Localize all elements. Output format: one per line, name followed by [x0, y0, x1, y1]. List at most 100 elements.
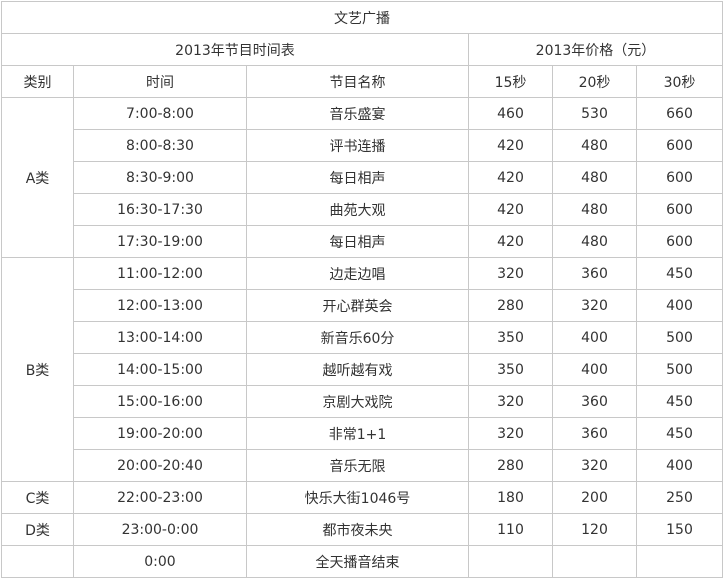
- column-header-row: 类别 时间 节目名称 15秒 20秒 30秒: [1, 65, 723, 98]
- program-cell: 每日相声: [246, 225, 469, 258]
- price-20s-cell: 200: [552, 481, 637, 514]
- price-15s-cell: 420: [468, 129, 553, 162]
- table-row: C类 22:00-23:00 快乐大街1046号 180 200 250: [1, 481, 723, 514]
- table-row: 17:30-19:00 每日相声 420 480 600: [2, 225, 723, 258]
- price-30s-cell: 400: [636, 449, 723, 482]
- section-header-row: 2013年节目时间表 2013年价格（元）: [1, 33, 723, 66]
- column-header-30s: 30秒: [636, 65, 723, 98]
- price-15s-cell: 420: [468, 193, 553, 226]
- price-15s-cell: 420: [468, 161, 553, 194]
- program-cell: 评书连播: [246, 129, 469, 162]
- program-cell: 都市夜未央: [246, 513, 469, 546]
- price-15s-cell: [468, 545, 553, 578]
- column-header-program: 节目名称: [246, 65, 469, 98]
- program-cell: 每日相声: [246, 161, 469, 194]
- price-30s-cell: 600: [636, 161, 723, 194]
- time-cell: 13:00-14:00: [73, 321, 247, 354]
- table-row: 14:00-15:00 越听越有戏 350 400 500: [2, 353, 723, 386]
- column-header-15s: 15秒: [468, 65, 553, 98]
- price-20s-cell: 480: [552, 193, 637, 226]
- price-30s-cell: 600: [636, 193, 723, 226]
- price-30s-cell: 500: [636, 321, 723, 354]
- schedule-header: 2013年节目时间表: [1, 33, 469, 66]
- price-20s-cell: 320: [552, 289, 637, 322]
- program-cell: 音乐盛宴: [246, 97, 469, 130]
- price-20s-cell: 400: [552, 321, 637, 354]
- price-20s-cell: 320: [552, 449, 637, 482]
- program-cell: 边走边唱: [246, 257, 469, 290]
- table-row: 8:00-8:30 评书连播 420 480 600: [2, 129, 723, 162]
- time-cell: 19:00-20:00: [73, 417, 247, 450]
- program-cell: 快乐大街1046号: [246, 481, 469, 514]
- column-header-20s: 20秒: [552, 65, 637, 98]
- price-30s-cell: 600: [636, 225, 723, 258]
- time-cell: 0:00: [73, 545, 247, 578]
- program-cell: 新音乐60分: [246, 321, 469, 354]
- time-cell: 8:00-8:30: [73, 129, 247, 162]
- column-header-category: 类别: [1, 65, 74, 98]
- time-cell: 17:30-19:00: [73, 225, 247, 258]
- price-15s-cell: 320: [468, 257, 553, 290]
- price-30s-cell: 400: [636, 289, 723, 322]
- price-15s-cell: 110: [468, 513, 553, 546]
- price-15s-cell: 280: [468, 289, 553, 322]
- table-row: 16:30-17:30 曲苑大观 420 480 600: [2, 193, 723, 226]
- price-30s-cell: 600: [636, 129, 723, 162]
- time-cell: 12:00-13:00: [73, 289, 247, 322]
- program-cell: 曲苑大观: [246, 193, 469, 226]
- price-20s-cell: 480: [552, 225, 637, 258]
- price-30s-cell: 150: [636, 513, 723, 546]
- category-cell: A类: [1, 97, 74, 258]
- table-row: 20:00-20:40 音乐无限 280 320 400: [2, 449, 723, 482]
- table-row: 8:30-9:00 每日相声 420 480 600: [2, 161, 723, 194]
- program-cell: 音乐无限: [246, 449, 469, 482]
- price-20s-cell: 480: [552, 129, 637, 162]
- table-row: 13:00-14:00 新音乐60分 350 400 500: [2, 321, 723, 354]
- table-row: 15:00-16:00 京剧大戏院 320 360 450: [2, 385, 723, 418]
- program-cell: 非常1+1: [246, 417, 469, 450]
- price-15s-cell: 460: [468, 97, 553, 130]
- table-row: 19:00-20:00 非常1+1 320 360 450: [2, 417, 723, 450]
- table-row: D类 23:00-0:00 都市夜未央 110 120 150: [1, 513, 723, 546]
- category-cell: C类: [1, 481, 74, 514]
- price-15s-cell: 320: [468, 417, 553, 450]
- program-schedule-table: 文艺广播 2013年节目时间表 2013年价格（元） 类别 时间 节目名称 15…: [1, 1, 723, 578]
- time-cell: 22:00-23:00: [73, 481, 247, 514]
- price-20s-cell: 530: [552, 97, 637, 130]
- program-cell: 越听越有戏: [246, 353, 469, 386]
- category-cell: B类: [1, 257, 74, 482]
- time-cell: 20:00-20:40: [73, 449, 247, 482]
- price-20s-cell: 360: [552, 417, 637, 450]
- price-15s-cell: 350: [468, 321, 553, 354]
- price-20s-cell: 120: [552, 513, 637, 546]
- price-20s-cell: 360: [552, 257, 637, 290]
- table-row: B类 11:00-12:00 边走边唱 320 360 450: [1, 257, 723, 482]
- program-cell: 京剧大戏院: [246, 385, 469, 418]
- program-cell: 开心群英会: [246, 289, 469, 322]
- price-15s-cell: 320: [468, 385, 553, 418]
- category-cell: [1, 545, 74, 578]
- time-cell: 16:30-17:30: [73, 193, 247, 226]
- price-20s-cell: 360: [552, 385, 637, 418]
- program-cell: 全天播音结束: [246, 545, 469, 578]
- price-header: 2013年价格（元）: [468, 33, 723, 66]
- price-20s-cell: 480: [552, 161, 637, 194]
- price-15s-cell: 420: [468, 225, 553, 258]
- price-30s-cell: 450: [636, 257, 723, 290]
- price-30s-cell: [636, 545, 723, 578]
- price-30s-cell: 450: [636, 385, 723, 418]
- time-cell: 11:00-12:00: [73, 257, 247, 290]
- time-cell: 15:00-16:00: [73, 385, 247, 418]
- price-30s-cell: 500: [636, 353, 723, 386]
- table-row: A类 7:00-8:00 音乐盛宴 460 530 660: [1, 97, 723, 258]
- price-15s-cell: 350: [468, 353, 553, 386]
- table-row: 0:00 全天播音结束: [1, 545, 723, 578]
- column-header-time: 时间: [73, 65, 247, 98]
- time-cell: 23:00-0:00: [73, 513, 247, 546]
- price-30s-cell: 450: [636, 417, 723, 450]
- price-20s-cell: [552, 545, 637, 578]
- time-cell: 7:00-8:00: [73, 97, 247, 130]
- price-30s-cell: 660: [636, 97, 723, 130]
- price-15s-cell: 280: [468, 449, 553, 482]
- price-15s-cell: 180: [468, 481, 553, 514]
